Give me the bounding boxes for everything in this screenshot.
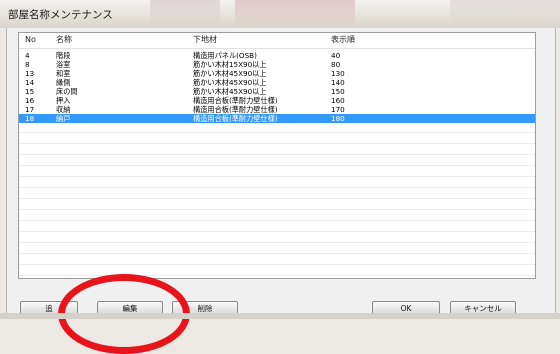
column-header-base[interactable]: 下地材 [193,33,217,47]
room-name-list[interactable]: No 名称 下地材 表示順 4 階段 構造用パネル(OSB) 40 8 浴室 筋かい木材15… [18,32,536,279]
window-bottom-edge [0,313,560,319]
table-row[interactable]: 8 浴室 筋かい木材15X90以上 80 [19,60,535,69]
cell-no: 18 [25,114,35,123]
table-row[interactable]: 18 納戸 構造用合板(準耐力壁仕様) 180 [19,114,535,123]
column-header-order[interactable]: 表示順 [331,33,355,47]
cell-order: 140 [331,78,345,87]
title-bar-glow [150,0,220,28]
cell-order: 130 [331,69,345,78]
cell-no: 15 [25,87,35,96]
empty-row-line [19,231,535,232]
cell-order: 170 [331,105,345,114]
table-row[interactable]: 16 押入 構造用合板(準耐力壁仕様) 160 [19,96,535,105]
cell-base: 構造用合板(準耐力壁仕様) [193,114,278,123]
cell-name: 収納 [56,105,71,114]
cell-base: 構造用パネル(OSB) [193,51,257,60]
cell-base: 筋かい木材45X90以上 [193,69,267,78]
empty-row-line [19,209,535,210]
cell-order: 150 [331,87,345,96]
cell-no: 8 [25,60,30,69]
table-row[interactable]: 17 収納 構造用合板(準耐力壁仕様) 170 [19,105,535,114]
window-title: 部屋名称メンテナンス [8,9,113,21]
cell-name: 押入 [56,96,71,105]
empty-row-line [19,242,535,243]
empty-row-line [19,165,535,166]
empty-row-line [19,154,535,155]
cell-name: 納戸 [56,114,71,123]
cell-name: 階段 [56,51,71,60]
cell-order: 80 [331,60,341,69]
empty-row-line [19,275,535,276]
empty-row-line [19,176,535,177]
empty-row-line [19,253,535,254]
empty-row-line [19,143,535,144]
cell-base: 筋かい木材45X90以上 [193,87,267,96]
cell-no: 13 [25,69,35,78]
cell-name: 和室 [56,69,71,78]
cell-no: 4 [25,51,30,60]
title-bar: 部屋名称メンテナンス [0,0,560,28]
cell-name: 浴室 [56,60,71,69]
table-row[interactable]: 15 床の間 筋かい木材45X90以上 150 [19,87,535,96]
table-row[interactable]: 14 縁側 筋かい木材45X90以上 140 [19,78,535,87]
title-bar-glow [450,0,560,28]
column-header-name[interactable]: 名称 [56,33,72,47]
empty-row-line [19,220,535,221]
cell-base: 構造用合板(準耐力壁仕様) [193,105,278,114]
title-bar-glow [235,0,355,28]
table-row[interactable]: 13 和室 筋かい木材45X90以上 130 [19,69,535,78]
cell-order: 40 [331,51,341,60]
empty-row-line [19,187,535,188]
table-row[interactable]: 4 階段 構造用パネル(OSB) 40 [19,51,535,60]
cell-base: 構造用合板(準耐力壁仕様) [193,96,278,105]
cell-name: 床の間 [56,87,78,96]
column-header-no[interactable]: No [25,33,36,47]
empty-row-line [19,264,535,265]
cell-base: 筋かい木材45X90以上 [193,78,267,87]
cell-no: 14 [25,78,35,87]
cell-name: 縁側 [56,78,71,87]
cell-no: 16 [25,96,35,105]
cell-order: 160 [331,96,345,105]
empty-row-line [19,132,535,133]
cell-order: 180 [331,114,345,123]
header-divider [19,48,535,49]
cell-base: 筋かい木材15X90以上 [193,60,267,69]
list-header: No 名称 下地材 表示順 [19,33,535,47]
cell-no: 17 [25,105,35,114]
empty-row-line [19,198,535,199]
